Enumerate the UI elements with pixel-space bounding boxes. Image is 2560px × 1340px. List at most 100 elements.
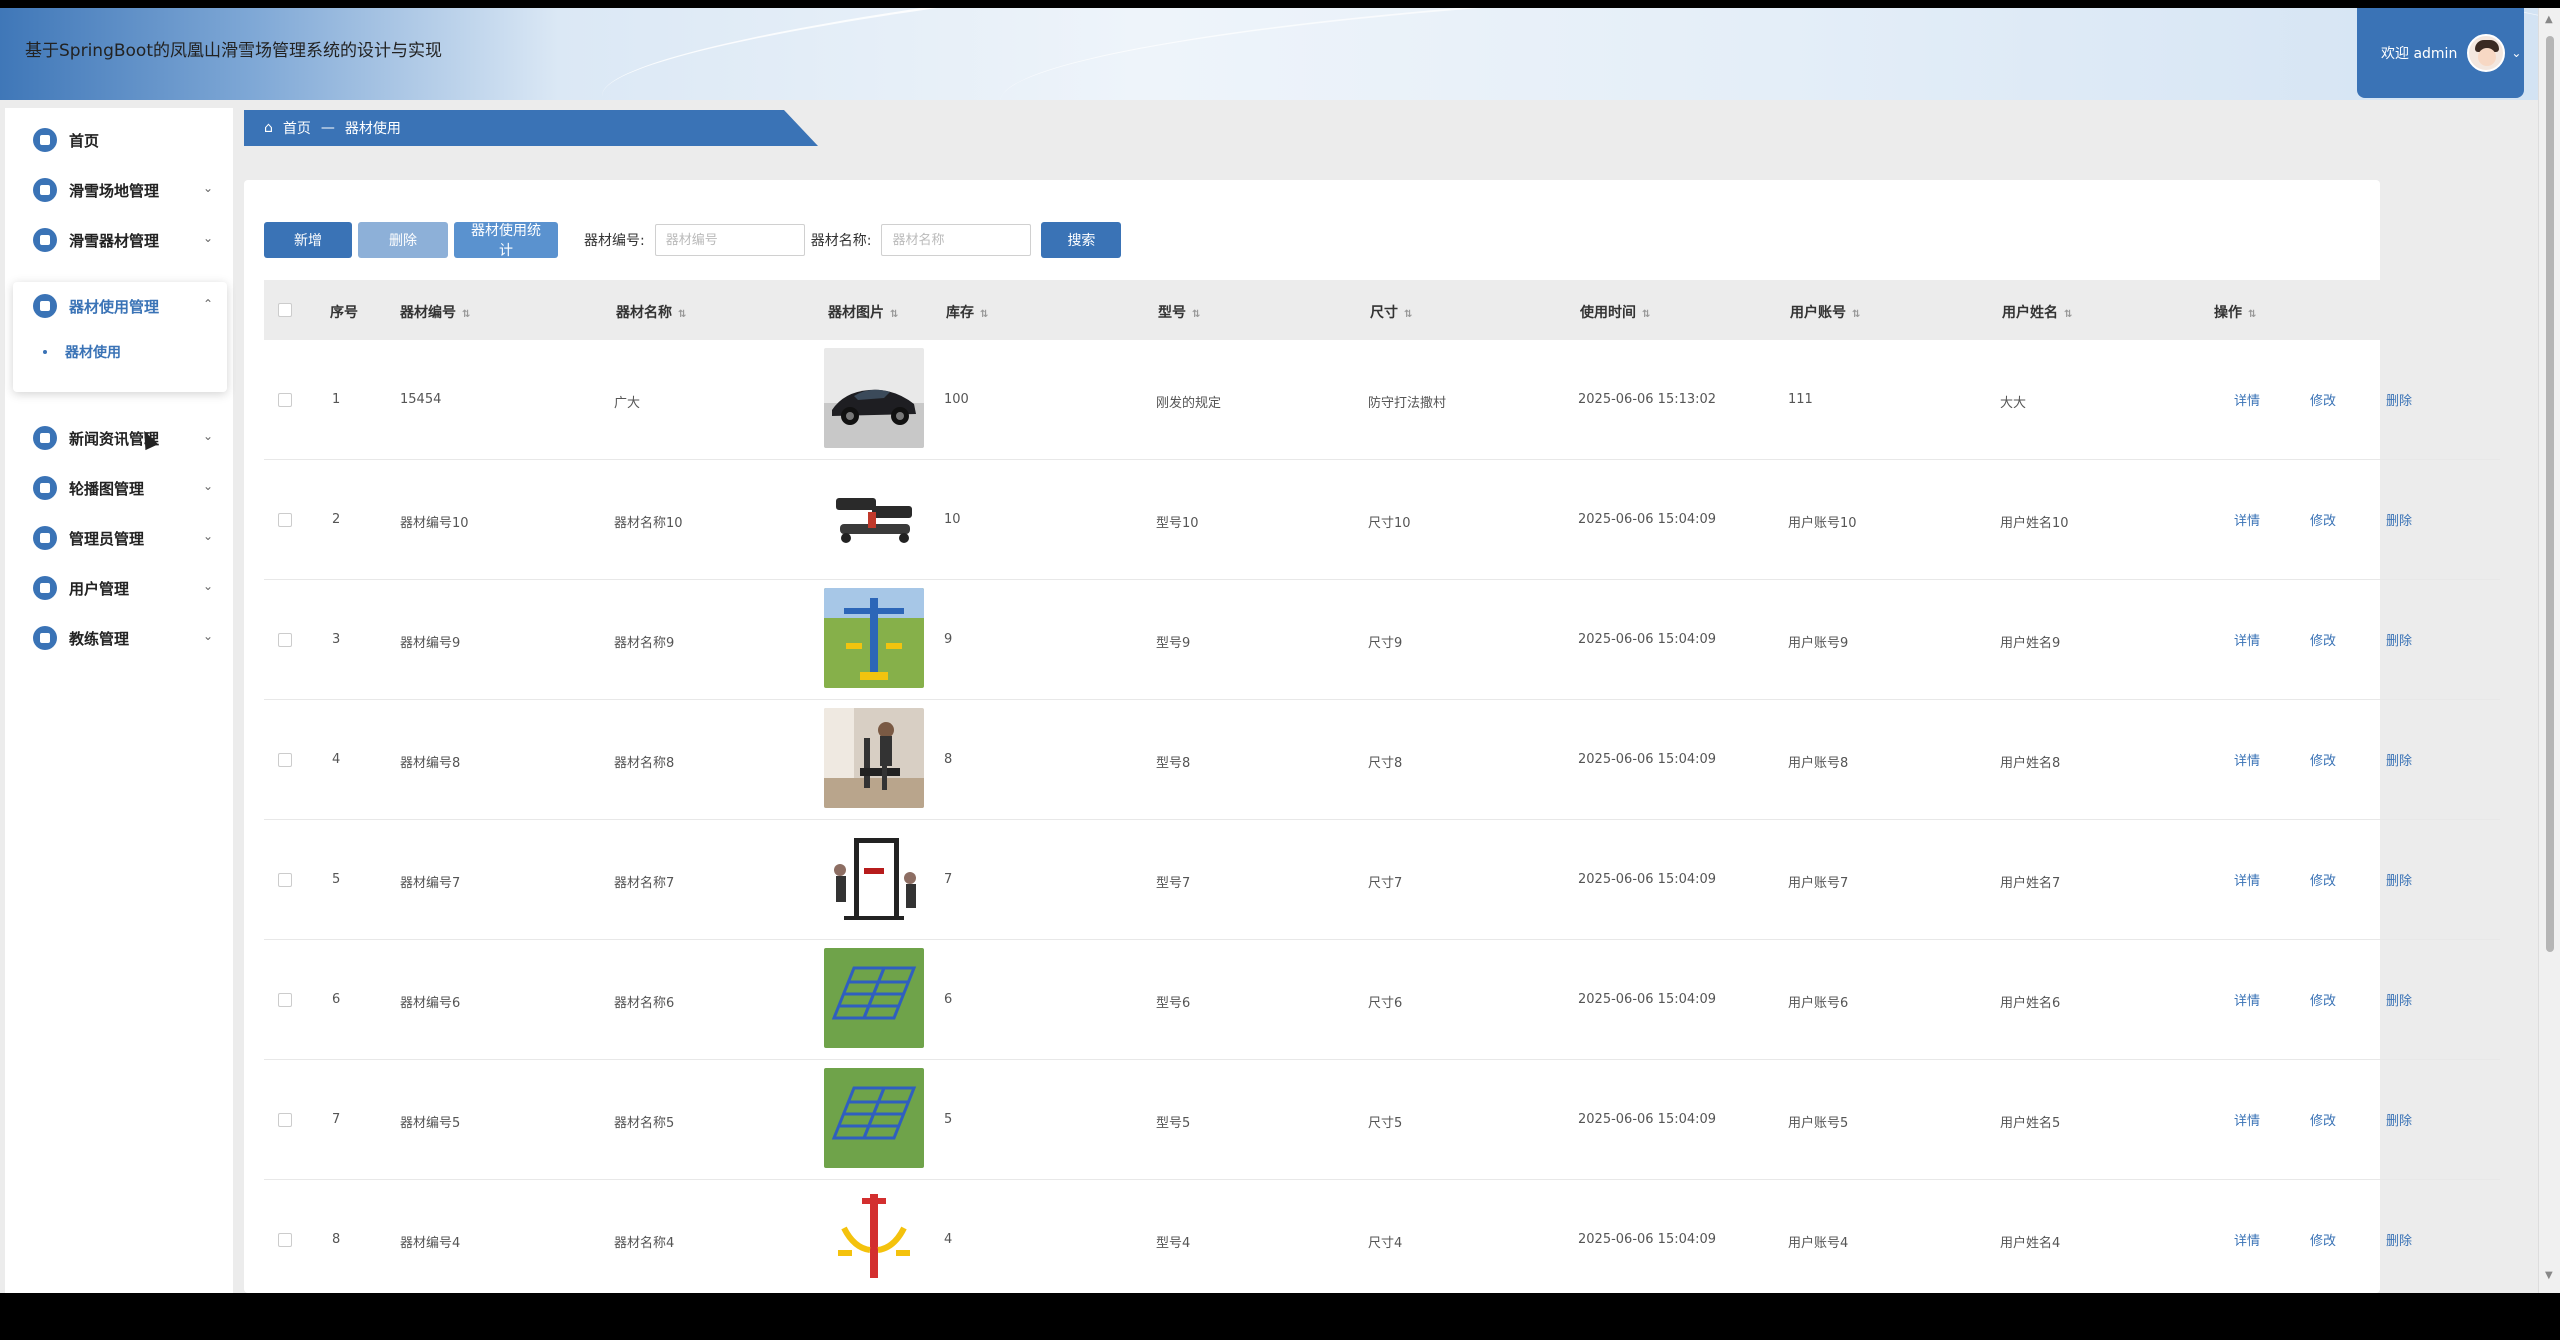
cell-equipment-code: 器材编号9 [400, 636, 461, 651]
column-header[interactable]: 器材编号 ⇅ [400, 302, 470, 322]
cell-equipment-code: 器材编号5 [400, 1116, 461, 1131]
home-icon[interactable]: ⌂ [264, 120, 273, 136]
avatar[interactable] [2467, 34, 2506, 72]
sidebar-item-admin[interactable]: 管理员管理 ⌄ [5, 514, 233, 562]
scroll-down-icon[interactable]: ▼ [2545, 1270, 2553, 1281]
chevron-down-icon: ⌄ [202, 429, 213, 443]
edit-link[interactable]: 修改 [2310, 750, 2336, 769]
row-checkbox[interactable] [278, 633, 292, 647]
breadcrumb: ⌂ 首页 — 器材使用 [244, 110, 818, 146]
code-search-input[interactable] [654, 224, 805, 256]
edit-link[interactable]: 修改 [2310, 630, 2336, 649]
table-row: 2 器材编号10 器材名称10 10 型号10 尺寸10 2025-06-06 15:04:… [264, 460, 2500, 580]
equipment-image[interactable] [824, 708, 924, 808]
cell-user-name: 大大 [2000, 396, 2027, 411]
table-row: 5 器材编号7 器材名称7 7 型号7 尺寸7 2025-06-06 15:04:09 用户账… [264, 820, 2500, 940]
detail-link[interactable]: 详情 [2234, 510, 2260, 529]
equipment-image[interactable] [824, 588, 924, 688]
column-header[interactable]: 器材图片 ⇅ [828, 302, 898, 322]
equipment-image[interactable] [824, 948, 924, 1048]
equipment-image[interactable] [824, 348, 924, 448]
row-checkbox[interactable] [278, 393, 292, 407]
sidebar-item-coach[interactable]: 教练管理 ⌄ [5, 614, 233, 662]
vertical-scrollbar[interactable]: ▲ ▼ [2538, 8, 2560, 1293]
column-header[interactable]: 操作 ⇅ [2214, 302, 2256, 322]
cell-index: 1 [332, 392, 341, 407]
detail-link[interactable]: 详情 [2234, 990, 2260, 1009]
row-checkbox[interactable] [278, 753, 292, 767]
detail-link[interactable]: 详情 [2234, 390, 2260, 409]
scroll-up-icon[interactable]: ▲ [2545, 14, 2553, 25]
row-checkbox[interactable] [278, 993, 292, 1007]
cell-equipment-name: 器材名称4 [614, 1236, 675, 1251]
equipment-image[interactable] [824, 828, 924, 928]
column-header[interactable]: 使用时间 ⇅ [1580, 302, 1650, 322]
sidebar-item-carousel[interactable]: 轮播图管理 ⌄ [5, 464, 233, 512]
select-all-checkbox[interactable] [278, 303, 292, 317]
row-checkbox[interactable] [278, 1233, 292, 1247]
detail-link[interactable]: 详情 [2234, 750, 2260, 769]
scroll-thumb[interactable] [2546, 36, 2554, 952]
usage-stats-button[interactable]: 器材使用统计 [454, 222, 558, 258]
column-header[interactable]: 用户账号 ⇅ [1790, 302, 1860, 322]
sidebar-item-news[interactable]: 新闻资讯管理 ⌄ [5, 414, 233, 462]
row-checkbox[interactable] [278, 513, 292, 527]
cell-equipment-code: 器材编号4 [400, 1236, 461, 1251]
detail-link[interactable]: 详情 [2234, 1110, 2260, 1129]
delete-button[interactable]: 删除 [358, 222, 448, 258]
submenu-item-usage[interactable]: 器材使用 [43, 342, 121, 362]
delete-link[interactable]: 删除 [2386, 990, 2412, 1009]
usage-icon [33, 294, 57, 318]
sidebar-item-venue[interactable]: 滑雪场地管理 ⌄ [5, 166, 233, 214]
sidebar-item-home[interactable]: 首页 [5, 116, 233, 164]
delete-link[interactable]: 删除 [2386, 630, 2412, 649]
detail-link[interactable]: 详情 [2234, 1230, 2260, 1249]
edit-link[interactable]: 修改 [2310, 510, 2336, 529]
column-header[interactable]: 用户姓名 ⇅ [2002, 302, 2072, 322]
row-checkbox[interactable] [278, 873, 292, 887]
edit-link[interactable]: 修改 [2310, 990, 2336, 1009]
add-button[interactable]: 新增 [264, 222, 352, 258]
chevron-down-icon[interactable]: ⌄ [2511, 46, 2521, 60]
column-header[interactable]: 库存 ⇅ [946, 302, 988, 322]
sidebar-item-user[interactable]: 用户管理 ⌄ [5, 564, 233, 612]
column-header[interactable]: 器材名称 ⇅ [616, 302, 686, 322]
delete-link[interactable]: 删除 [2386, 870, 2412, 889]
cell-stock: 100 [944, 392, 969, 407]
delete-link[interactable]: 删除 [2386, 510, 2412, 529]
column-header: 序号 [330, 305, 358, 321]
search-button[interactable]: 搜索 [1041, 222, 1122, 258]
cell-usage-time: 2025-06-06 15:04:09 [1578, 1112, 1717, 1127]
cell-user-name: 用户姓名7 [2000, 876, 2061, 891]
column-header[interactable]: 型号 ⇅ [1158, 302, 1200, 322]
delete-link[interactable]: 删除 [2386, 390, 2412, 409]
row-checkbox[interactable] [278, 1113, 292, 1127]
edit-link[interactable]: 修改 [2310, 870, 2336, 889]
cell-user-name: 用户姓名4 [2000, 1236, 2061, 1251]
table-row: 4 器材编号8 器材名称8 8 型号8 尺寸8 2025-06-06 15:04:09 用户账… [264, 700, 2500, 820]
sidebar-item-usage[interactable]: 器材使用管理 ⌃ [5, 282, 233, 330]
cell-index: 3 [332, 632, 341, 647]
equipment-image[interactable] [824, 1068, 924, 1168]
cell-stock: 6 [944, 992, 953, 1007]
delete-link[interactable]: 删除 [2386, 1230, 2412, 1249]
cell-usage-time: 2025-06-06 15:04:09 [1578, 1232, 1717, 1247]
breadcrumb-home[interactable]: 首页 [283, 118, 311, 138]
equipment-image[interactable] [824, 1188, 924, 1288]
cell-model: 型号8 [1156, 756, 1191, 771]
venue-icon [33, 178, 57, 202]
edit-link[interactable]: 修改 [2310, 1110, 2336, 1129]
delete-link[interactable]: 删除 [2386, 750, 2412, 769]
cell-size: 尺寸10 [1368, 516, 1411, 531]
edit-link[interactable]: 修改 [2310, 1230, 2336, 1249]
sidebar-item-equipment[interactable]: 滑雪器材管理 ⌄ [5, 216, 233, 264]
detail-link[interactable]: 详情 [2234, 870, 2260, 889]
edit-link[interactable]: 修改 [2310, 390, 2336, 409]
name-search-input[interactable] [881, 224, 1032, 256]
detail-link[interactable]: 详情 [2234, 630, 2260, 649]
delete-link[interactable]: 删除 [2386, 1110, 2412, 1129]
chevron-down-icon: ⌄ [202, 579, 213, 593]
equipment-image[interactable] [824, 468, 924, 568]
user-menu[interactable]: 欢迎 admin ⌄ [2357, 8, 2524, 98]
column-header[interactable]: 尺寸 ⇅ [1370, 302, 1412, 322]
